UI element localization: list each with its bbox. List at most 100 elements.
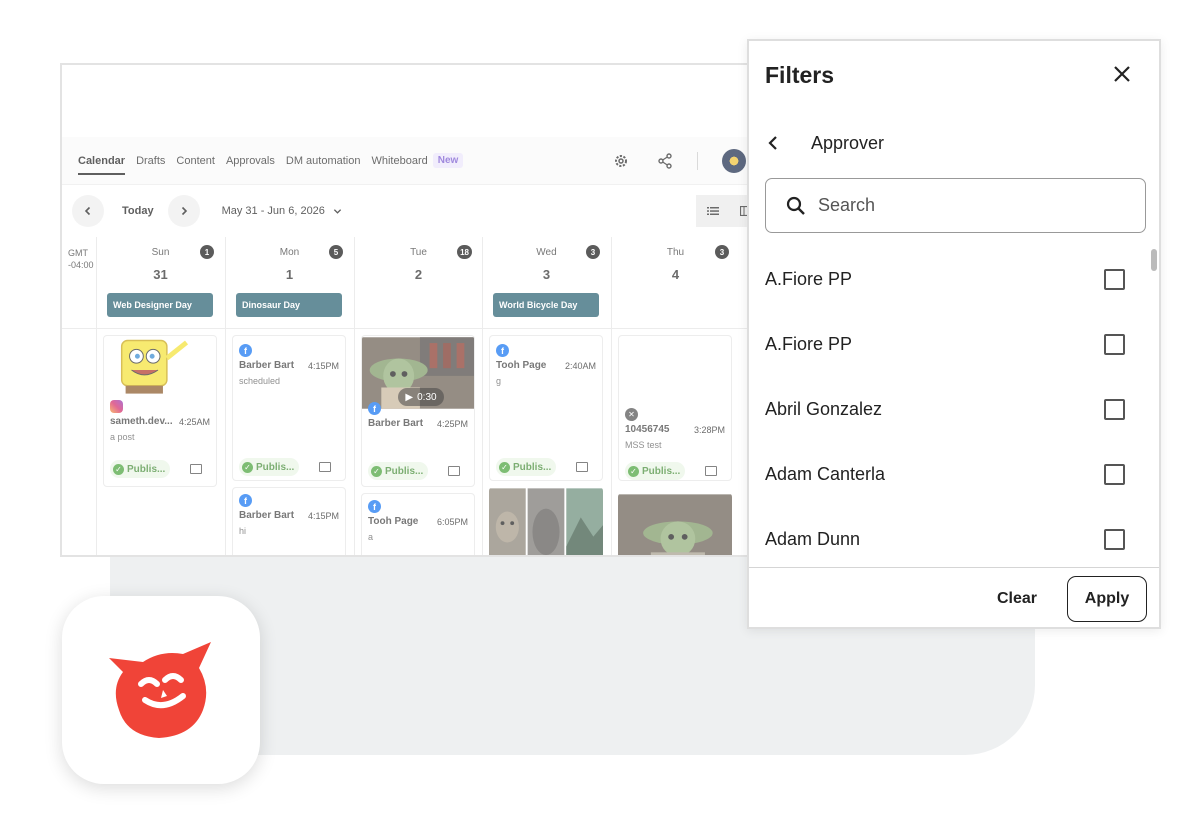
day-column-tue: ▶ 0:30 f Barber Bart 4:25PM ✓ Publis... f …: [354, 329, 482, 555]
post-image-gallery: [489, 488, 603, 555]
status-badge[interactable]: ✓ Publis...: [496, 458, 557, 476]
tab-content[interactable]: Content: [176, 137, 215, 185]
status-label: Publis...: [513, 461, 552, 473]
approver-name: Abril Gonzalez: [765, 398, 883, 419]
post-card[interactable]: f Tooh Page 6:05PM a: [361, 493, 475, 555]
date-range-label: May 31 - Jun 6, 2026: [221, 205, 325, 217]
approver-list: A.Fiore PP A.Fiore PP Abril Gonzalez Ada…: [749, 241, 1159, 569]
day-number: 2: [414, 267, 423, 282]
approver-checkbox[interactable]: [1104, 398, 1125, 420]
post-card[interactable]: sameth.dev... 4:25AM a post ✓ Publis...: [103, 335, 217, 487]
tab-calendar[interactable]: Calendar: [78, 137, 126, 185]
post-account: 10456745: [625, 424, 670, 435]
list-item[interactable]: Abril Gonzalez: [765, 389, 1125, 429]
search-input[interactable]: [818, 195, 1118, 216]
day-number: 4: [671, 267, 680, 282]
day-number: 1: [285, 267, 294, 282]
search-icon: [786, 196, 805, 215]
status-label: Publis...: [127, 463, 166, 475]
day-header-mon: Mon 5 1 Dinosaur Day: [225, 237, 353, 329]
list-item[interactable]: A.Fiore PP: [765, 259, 1125, 299]
day-column-wed: f Tooh Page 2:40AM g ✓ Publis...: [482, 329, 610, 555]
post-caption: hi: [239, 526, 247, 536]
tab-approvals[interactable]: Approvals: [226, 137, 275, 185]
comment-icon[interactable]: [576, 462, 588, 472]
post-card[interactable]: f Barber Bart 4:15PM hi: [232, 487, 346, 555]
approver-checkbox[interactable]: [1104, 463, 1125, 485]
day-header-tue: Tue 18 2: [354, 237, 482, 329]
post-card[interactable]: ▶ 0:30 f Barber Bart 4:25PM ✓ Publis...: [361, 335, 475, 487]
post-card[interactable]: [489, 487, 603, 555]
comment-icon[interactable]: [705, 466, 717, 476]
close-icon[interactable]: [1111, 63, 1133, 85]
today-button[interactable]: Today: [122, 205, 154, 217]
post-time: 6:05PM: [436, 517, 468, 527]
post-card[interactable]: f Barber Bart 4:15PM scheduled ✓ Publis..…: [232, 335, 346, 481]
post-time: 4:15PM: [307, 511, 339, 521]
filters-panel: Filters Approver A.Fiore PP A.Fiore PP A…: [747, 39, 1161, 629]
post-time: 4:25AM: [178, 417, 210, 427]
facebook-icon: f: [239, 494, 252, 507]
post-card[interactable]: ✕ 10456745 3:28PM MSS test ✓ Publis...: [618, 335, 732, 481]
post-count-badge: 3: [715, 245, 729, 259]
approver-checkbox[interactable]: [1104, 528, 1125, 550]
facebook-icon: f: [496, 344, 509, 357]
check-icon: ✓: [242, 461, 253, 473]
day-column-sun: sameth.dev... 4:25AM a post ✓ Publis...: [96, 329, 224, 555]
status-badge[interactable]: ✓ Publis...: [110, 460, 171, 478]
account-avatar[interactable]: [722, 149, 746, 173]
tab-whiteboard[interactable]: Whiteboard: [371, 137, 427, 185]
holiday-chip[interactable]: World Bicycle Day: [493, 293, 599, 317]
check-icon: ✓: [113, 463, 124, 475]
comment-icon[interactable]: [190, 464, 202, 474]
comment-icon[interactable]: [319, 462, 331, 472]
new-badge: New: [432, 153, 464, 168]
tab-drafts[interactable]: Drafts: [136, 137, 165, 185]
date-range-picker[interactable]: May 31 - Jun 6, 2026: [222, 205, 342, 217]
post-count-badge: 3: [586, 245, 600, 259]
calendar-app-window: Calendar Drafts Content Approvals DM aut…: [60, 63, 760, 557]
post-card[interactable]: [618, 493, 732, 555]
post-time: 4:25PM: [436, 419, 468, 429]
list-view-icon[interactable]: [696, 206, 729, 216]
holiday-chip[interactable]: Dinosaur Day: [236, 293, 342, 317]
apply-button[interactable]: Apply: [1067, 576, 1147, 622]
post-card[interactable]: f Tooh Page 2:40AM g ✓ Publis...: [489, 335, 603, 481]
chevron-left-icon: [84, 206, 91, 216]
status-badge[interactable]: ✓ Publis...: [625, 462, 686, 480]
check-icon: ✓: [499, 461, 510, 473]
day-number: 3: [542, 267, 551, 282]
comment-icon[interactable]: [448, 466, 460, 476]
post-count-badge: 1: [200, 245, 214, 259]
next-week-button[interactable]: [167, 195, 200, 227]
day-column-thu: ✕ 10456745 3:28PM MSS test ✓ Publis...: [611, 329, 739, 555]
approver-name: A.Fiore PP: [765, 333, 853, 354]
list-item[interactable]: Adam Canterla: [765, 454, 1125, 494]
post-account: Barber Bart: [239, 360, 295, 371]
list-item[interactable]: A.Fiore PP: [765, 324, 1125, 364]
calendar-grid: sameth.dev... 4:25AM a post ✓ Publis... f…: [62, 329, 758, 555]
status-badge[interactable]: ✓ Publis...: [239, 458, 300, 476]
instagram-icon: [110, 400, 123, 413]
scrollbar-thumb[interactable]: [1151, 249, 1157, 271]
day-number: 31: [153, 267, 168, 282]
calendar-toolbar: Today May 31 - Jun 6, 2026: [62, 191, 758, 231]
share-icon[interactable]: [653, 149, 677, 173]
approver-checkbox[interactable]: [1104, 333, 1125, 355]
clear-button[interactable]: Clear: [997, 590, 1037, 608]
post-count-badge: 18: [457, 245, 472, 259]
post-account: Barber Bart: [368, 418, 424, 429]
gear-icon[interactable]: [609, 149, 633, 173]
list-item[interactable]: Adam Dunn: [765, 519, 1125, 559]
status-badge[interactable]: ✓ Publis...: [368, 462, 429, 480]
post-caption: a: [368, 532, 374, 542]
tab-dm-automation[interactable]: DM automation: [286, 137, 361, 185]
prev-week-button[interactable]: [72, 195, 104, 227]
facebook-icon: f: [368, 500, 381, 513]
back-icon[interactable]: [767, 133, 787, 153]
timezone-label: GMT -04:00: [68, 248, 94, 270]
approver-checkbox[interactable]: [1104, 268, 1125, 290]
holiday-chip[interactable]: Web Designer Day: [107, 293, 213, 317]
owl-logo-icon: [109, 642, 211, 738]
status-label: Publis...: [256, 461, 295, 473]
